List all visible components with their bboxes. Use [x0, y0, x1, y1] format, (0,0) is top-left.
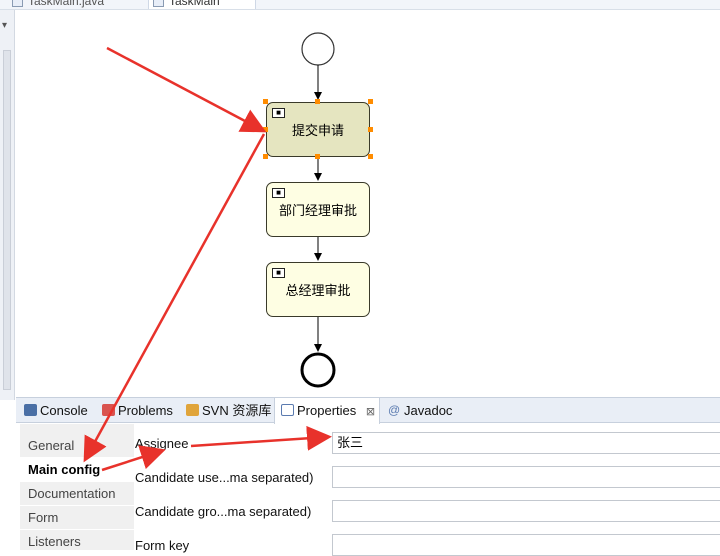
end-event[interactable]: [300, 352, 336, 388]
bpmn-file-icon: [153, 0, 164, 7]
tab-label: Problems: [118, 403, 173, 418]
candidate-groups-label: Candidate gro...ma separated): [135, 504, 312, 519]
tab-console[interactable]: Console: [18, 398, 94, 423]
assignee-label: Assignee: [135, 436, 189, 451]
selection-handle[interactable]: [368, 154, 373, 159]
close-icon[interactable]: ⊠: [366, 406, 375, 418]
selection-handle[interactable]: [315, 154, 320, 159]
candidate-users-label: Candidate use...ma separated): [135, 470, 314, 485]
user-task-icon: ■: [272, 188, 285, 198]
editor-tab-strip: TaskMain.java TaskMain: [0, 0, 720, 10]
user-task-icon: ■: [272, 108, 285, 118]
form-key-field[interactable]: [332, 534, 720, 556]
selection-handle[interactable]: [263, 127, 268, 132]
section-general[interactable]: General: [20, 434, 134, 458]
candidate-users-field[interactable]: [332, 466, 720, 488]
tab-label: Console: [40, 403, 88, 418]
left-gutter: ▾: [0, 10, 15, 400]
javadoc-icon: @: [388, 403, 401, 417]
views-tab-strip: Console Problems SVN 资源库 Properties ⊠ @ …: [16, 397, 720, 424]
form-key-label: Form key: [135, 538, 190, 553]
selection-handle[interactable]: [315, 99, 320, 104]
tab-problems[interactable]: Problems: [96, 398, 178, 423]
properties-panel: General Main config Documentation Form L…: [16, 424, 720, 556]
properties-icon: [281, 404, 294, 416]
problems-icon: [102, 404, 115, 416]
user-task-dept-manager[interactable]: ■ 部门经理审批: [266, 182, 370, 237]
task-label: 总经理审批: [285, 283, 351, 298]
editor-tab-taskmain-diagram[interactable]: TaskMain: [148, 0, 256, 9]
editor-tab-taskmain-java[interactable]: TaskMain.java: [8, 0, 140, 9]
tab-svn-repository[interactable]: SVN 资源库: [180, 398, 274, 423]
user-task-icon: ■: [272, 268, 285, 278]
java-file-icon: [12, 0, 23, 7]
task-label: 部门经理审批: [278, 203, 357, 218]
section-form[interactable]: Form: [20, 506, 134, 530]
tab-properties[interactable]: Properties ⊠: [274, 398, 380, 424]
svn-repository-icon: [186, 404, 199, 416]
properties-section-list: General Main config Documentation Form L…: [20, 424, 134, 554]
tab-label: SVN 资源库: [202, 403, 272, 418]
section-listeners[interactable]: Listeners: [20, 530, 134, 554]
console-icon: [24, 404, 37, 416]
tab-label: Javadoc: [404, 403, 453, 418]
user-task-general-manager[interactable]: ■ 总经理审批: [266, 262, 370, 317]
selection-handle[interactable]: [263, 99, 268, 104]
selection-handle[interactable]: [368, 127, 373, 132]
editor-tab-label: TaskMain.java: [28, 0, 105, 8]
task-label: 提交申请: [291, 123, 344, 138]
selection-handle[interactable]: [263, 154, 268, 159]
section-main-config[interactable]: Main config: [20, 458, 134, 482]
editor-tab-label: TaskMain: [169, 0, 220, 8]
selection-handle[interactable]: [368, 99, 373, 104]
assignee-field[interactable]: 张三: [332, 432, 720, 454]
candidate-groups-field[interactable]: [332, 500, 720, 522]
diagram-canvas[interactable]: ■ 提交申请 ■ 部门经理审批 ■ 总经理审批: [16, 10, 720, 395]
section-documentation[interactable]: Documentation: [20, 482, 134, 506]
start-event[interactable]: [301, 32, 335, 66]
user-task-submit[interactable]: ■ 提交申请: [266, 102, 370, 157]
tab-label: Properties: [297, 403, 357, 418]
tab-javadoc[interactable]: @ Javadoc: [382, 398, 462, 423]
chevron-down-icon[interactable]: ▾: [2, 20, 7, 31]
vertical-scrollbar[interactable]: [3, 50, 11, 390]
